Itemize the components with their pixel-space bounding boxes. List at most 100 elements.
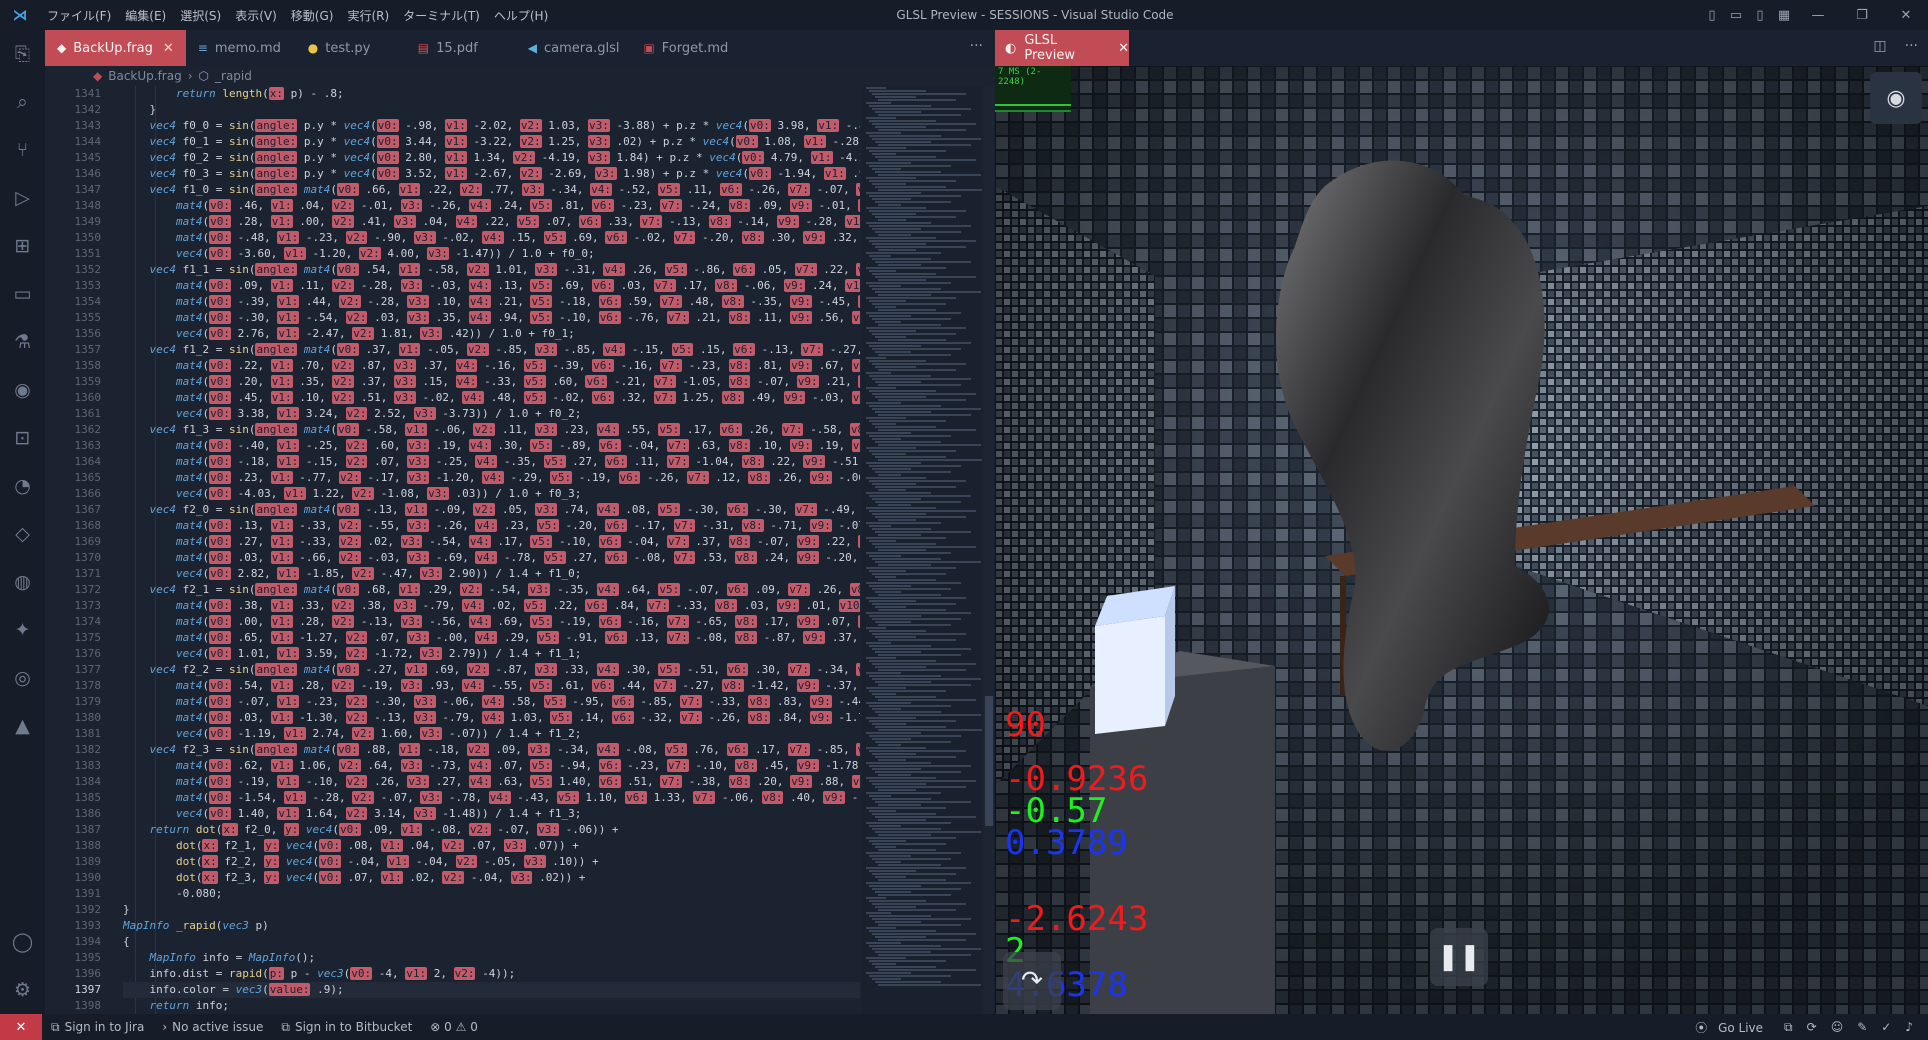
code-line[interactable]: dot(x: f2_2, y: vec4(v0: -.04, v1: -.04,… <box>123 854 860 870</box>
breadcrumb-symbol[interactable]: _rapid <box>215 69 252 83</box>
code-line[interactable]: mat4(v0: .54, v1: .28, v2: -.19, v3: .93… <box>123 678 860 694</box>
code-line[interactable]: mat4(v0: .03, v1: -.66, v2: -.03, v3: -.… <box>123 550 860 566</box>
extensions-icon[interactable]: ⊞ <box>0 222 45 270</box>
tab-forget-md[interactable]: ▣ Forget.md <box>631 30 741 66</box>
split-editor-icon[interactable]: ◫ <box>1873 38 1886 54</box>
code-lines[interactable]: return length(x: p) - .8; } vec4 f0_0 = … <box>123 86 860 1014</box>
code-line[interactable]: info.dist = rapid(p: p - vec3(v0: -4, v1… <box>123 966 860 982</box>
terminal-icon[interactable]: ⊡ <box>0 414 45 462</box>
code-line[interactable]: info.color = vec3(value: .9); <box>123 982 860 998</box>
code-line[interactable]: vec4(v0: 1.01, v1: 3.59, v2: -1.72, v3: … <box>123 646 860 662</box>
code-line[interactable]: } <box>123 902 860 918</box>
code-line[interactable]: mat4(v0: .00, v1: .28, v2: -.13, v3: -.5… <box>123 614 860 630</box>
menu-run[interactable]: 実行(R) <box>340 7 396 24</box>
jira-sign-in[interactable]: ⧉ Sign in to Jira <box>42 1020 153 1035</box>
code-line[interactable]: vec4 f1_1 = sin(angle: mat4(v0: .54, v1:… <box>123 262 860 278</box>
code-line[interactable]: vec4(v0: 1.40, v1: 1.64, v2: 3.14, v3: -… <box>123 806 860 822</box>
source-control-icon[interactable]: ⑂ <box>0 126 45 174</box>
code-line[interactable]: { <box>123 934 860 950</box>
account-icon[interactable]: ◯ <box>0 918 45 966</box>
code-line[interactable]: mat4(v0: -.30, v1: -.54, v2: .03, v3: .3… <box>123 310 860 326</box>
tab-memo-md[interactable]: ≡ memo.md <box>186 30 296 66</box>
bitbucket-sign-in[interactable]: ⧉ Sign in to Bitbucket <box>272 1020 421 1035</box>
code-line[interactable]: mat4(v0: -.48, v1: -.23, v2: -.90, v3: -… <box>123 230 860 246</box>
copilot-chat-icon[interactable]: ☺ <box>1824 1020 1851 1034</box>
menu-help[interactable]: ヘルプ(H) <box>487 7 555 24</box>
target-icon[interactable]: ◎ <box>0 654 45 702</box>
code-line[interactable]: vec4 f2_0 = sin(angle: mat4(v0: -.13, v1… <box>123 502 860 518</box>
more-actions-icon[interactable]: ··· <box>1905 38 1918 54</box>
code-line[interactable]: return length(x: p) - .8; <box>123 86 860 102</box>
code-line[interactable]: MapInfo info = MapInfo(); <box>123 950 860 966</box>
code-line[interactable]: vec4 f1_0 = sin(angle: mat4(v0: .66, v1:… <box>123 182 860 198</box>
remote-icon[interactable]: ✕ <box>0 1014 42 1040</box>
code-line[interactable]: vec4 f0_0 = sin(angle: p.y * vec4(v0: -.… <box>123 118 860 134</box>
tab-camera-glsl[interactable]: ◀ camera.glsl <box>516 30 632 66</box>
menu-edit[interactable]: 編集(E) <box>118 7 173 24</box>
remote-explorer-icon[interactable]: ▭ <box>0 270 45 318</box>
code-line[interactable]: mat4(v0: -.07, v1: -.23, v2: -.30, v3: -… <box>123 694 860 710</box>
explorer-icon[interactable]: ⎘ <box>0 30 45 78</box>
close-tab-icon[interactable]: ✕ <box>163 41 174 56</box>
editor-scrollbar[interactable] <box>984 86 994 1014</box>
code-line[interactable]: } <box>123 102 860 118</box>
code-line[interactable]: vec4(v0: 2.82, v1: -1.85, v2: -.47, v3: … <box>123 566 860 582</box>
go-live-button[interactable]: ⦿ Go Live <box>1688 1019 1777 1036</box>
customize-layout-icon[interactable]: ▦ <box>1772 8 1796 23</box>
code-line[interactable]: vec4(v0: -1.19, v1: 2.74, v2: 1.60, v3: … <box>123 726 860 742</box>
code-line[interactable]: vec4 f2_1 = sin(angle: mat4(v0: .68, v1:… <box>123 582 860 598</box>
code-line[interactable]: mat4(v0: .09, v1: .11, v2: -.28, v3: -.0… <box>123 278 860 294</box>
toggle-sidebar-icon[interactable]: ▯ <box>1700 8 1724 23</box>
menu-selection[interactable]: 選択(S) <box>173 7 228 24</box>
code-editor[interactable]: 1341 1342 1343 1344 1345 1346 1347 1348 1349 1350… <box>45 86 860 1014</box>
code-line[interactable]: -0.080; <box>123 886 860 902</box>
code-line[interactable]: mat4(v0: .20, v1: .35, v2: .37, v3: .15,… <box>123 374 860 390</box>
code-line[interactable]: mat4(v0: .28, v1: .00, v2: .41, v3: .04,… <box>123 214 860 230</box>
code-line[interactable]: mat4(v0: .46, v1: .04, v2: -.01, v3: -.2… <box>123 198 860 214</box>
scrollbar-thumb[interactable] <box>985 696 993 826</box>
settings-gear-icon[interactable]: ⚙ <box>0 966 45 1014</box>
code-line[interactable]: mat4(v0: .13, v1: -.33, v2: -.55, v3: -.… <box>123 518 860 534</box>
code-line[interactable]: vec4 f2_2 = sin(angle: mat4(v0: -.27, v1… <box>123 662 860 678</box>
menu-view[interactable]: 表示(V) <box>228 7 284 24</box>
code-line[interactable]: mat4(v0: -.39, v1: .44, v2: -.28, v3: .1… <box>123 294 860 310</box>
code-line[interactable]: vec4 f0_1 = sin(angle: p.y * vec4(v0: 3.… <box>123 134 860 150</box>
code-line[interactable]: MapInfo _rapid(vec3 p) <box>123 918 860 934</box>
code-line[interactable]: return dot(x: f2_0, y: vec4(v0: .09, v1:… <box>123 822 860 838</box>
code-line[interactable]: vec4 f1_2 = sin(angle: mat4(v0: .37, v1:… <box>123 342 860 358</box>
code-line[interactable]: mat4(v0: -.19, v1: -.10, v2: .26, v3: .2… <box>123 774 860 790</box>
live-share-icon[interactable]: ◇ <box>0 510 45 558</box>
atlassian-icon[interactable]: ▲ <box>0 702 45 750</box>
github-icon[interactable]: ◉ <box>0 366 45 414</box>
code-line[interactable]: mat4(v0: .38, v1: .33, v2: .38, v3: -.79… <box>123 598 860 614</box>
code-line[interactable]: mat4(v0: .22, v1: .70, v2: .87, v3: .37,… <box>123 358 860 374</box>
problems-count[interactable]: ⊗ 0 ⚠ 0 <box>421 1020 487 1034</box>
menu-file[interactable]: ファイル(F) <box>40 7 118 24</box>
code-line[interactable]: mat4(v0: .03, v1: -1.30, v2: -.13, v3: -… <box>123 710 860 726</box>
tab-test-py[interactable]: ● test.py <box>296 30 406 66</box>
code-line[interactable]: vec4 f0_2 = sin(angle: p.y * vec4(v0: 2.… <box>123 150 860 166</box>
testing-icon[interactable]: ⚗ <box>0 318 45 366</box>
settings-sync-icon[interactable]: ⟳ <box>1800 1020 1824 1034</box>
code-line[interactable]: mat4(v0: .65, v1: -1.27, v2: .07, v3: -.… <box>123 630 860 646</box>
code-line[interactable]: mat4(v0: -1.54, v1: -.28, v2: -.07, v3: … <box>123 790 860 806</box>
jira-issue[interactable]: › No active issue <box>153 1020 272 1034</box>
minimize-icon[interactable]: — <box>1796 8 1840 23</box>
code-line[interactable]: mat4(v0: -.18, v1: -.15, v2: .07, v3: -.… <box>123 454 860 470</box>
close-window-icon[interactable]: ✕ <box>1884 8 1928 23</box>
code-line[interactable]: vec4(v0: 2.76, v1: -2.47, v2: 1.81, v3: … <box>123 326 860 342</box>
menu-go[interactable]: 移動(G) <box>284 7 341 24</box>
toggle-panel-icon[interactable]: ▭ <box>1724 8 1748 23</box>
restore-icon[interactable]: ❐ <box>1840 8 1884 23</box>
glsl-preview-canvas[interactable]: 7 MS (2-2248) ◉ 90 -0.9236 -0.57 0.3789 … <box>995 66 1928 1014</box>
notifications-bell-icon[interactable]: ♪ <box>1898 1020 1920 1034</box>
run-debug-icon[interactable]: ▷ <box>0 174 45 222</box>
code-line[interactable]: vec4(v0: -3.60, v1: -1.20, v2: 4.00, v3:… <box>123 246 860 262</box>
code-line[interactable]: mat4(v0: .23, v1: -.77, v2: -.17, v3: -1… <box>123 470 860 486</box>
code-line[interactable]: return info; <box>123 998 860 1014</box>
tab-backup-frag[interactable]: ◆ BackUp.frag ✕ <box>45 30 186 66</box>
code-line[interactable]: vec4(v0: -4.03, v1: 1.22, v2: -1.08, v3:… <box>123 486 860 502</box>
tab-15-pdf[interactable]: ▤ 15.pdf <box>406 30 516 66</box>
code-line[interactable]: vec4 f0_3 = sin(angle: p.y * vec4(v0: 3.… <box>123 166 860 182</box>
redo-arrow-icon[interactable]: ↷ <box>1003 952 1061 1010</box>
